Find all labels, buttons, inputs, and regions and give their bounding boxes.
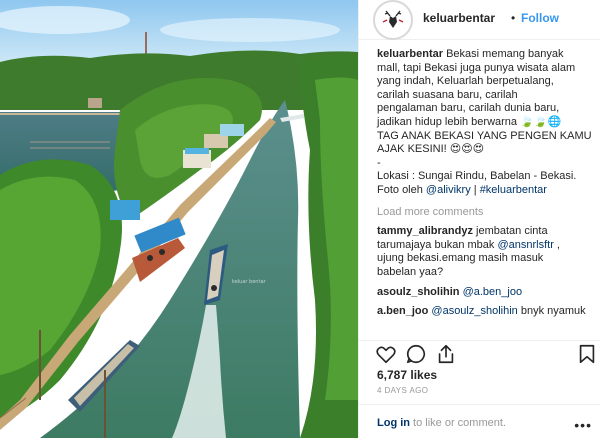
avatar[interactable] <box>373 0 413 40</box>
hashtag-link[interactable]: #keluarbentar <box>480 184 547 196</box>
comment-line: a.ben_joo @asoulz_sholihin bnyk nyamuk <box>377 305 586 319</box>
caption-line-7: TAG ANAK BEKASI YANG PENGEN KAMU <box>377 129 592 142</box>
header-username[interactable]: keluarbentar <box>423 11 495 25</box>
header-separator: • <box>511 11 516 25</box>
caption-line-1: keluarbentar Bekasi memang banyak <box>377 48 584 62</box>
login-link[interactable]: Log in <box>377 417 410 429</box>
caption-line-3: yang indah, Keluarlah berpetualang, <box>377 75 554 88</box>
caption-line-9: - <box>377 156 381 169</box>
more-options-icon[interactable]: ••• <box>574 417 592 433</box>
share-icon[interactable] <box>435 343 457 370</box>
login-prompt: Log in to like or comment. <box>377 417 506 429</box>
caption-line-5: pengalaman baru, carilah dunia baru, <box>377 102 560 115</box>
comment-line: tarumajaya bukan mbak @ansnrlsftr , <box>377 239 584 253</box>
caption-line-8: AJAK KESINI! 😍😍😍 <box>377 143 485 156</box>
caption-line-4: carilah suasana baru, carilah <box>377 88 518 101</box>
credit-mention-link[interactable]: @alivikry <box>426 184 471 196</box>
caption-credit-label: Foto oleh <box>377 183 426 196</box>
caption-separator: | <box>470 183 480 196</box>
post-header: keluarbentar • Follow <box>359 0 600 40</box>
load-more-comments-button[interactable]: Load more comments <box>377 206 584 220</box>
comment-text: jembatan cinta <box>472 225 548 238</box>
comment-item: tammy_alibrandyz jembatan cinta tarumaja… <box>377 225 584 279</box>
action-bar <box>359 340 600 366</box>
comment-mention-link[interactable]: @asoulz_sholihin <box>431 305 517 317</box>
login-prompt-text: to like or comment. <box>410 417 506 429</box>
comment-mention-link[interactable]: @a.ben_joo <box>463 286 523 298</box>
comment-username[interactable]: tammy_alibrandyz <box>377 225 473 237</box>
follow-button[interactable]: Follow <box>521 11 559 25</box>
likes-count[interactable]: 6,787 likes <box>377 368 437 382</box>
caption-line-2: mall, tapi Bekasi juga punya wisata alam <box>377 61 576 74</box>
comment-line: ujung bekasi.emang masih masuk <box>377 252 544 265</box>
caption-line-10: Lokasi : Sungai Rindu, Babelan - Bekasi. <box>377 170 577 183</box>
post-date: 4 DAYS AGO <box>377 386 429 395</box>
comment-line: babelan yaa? <box>377 265 444 278</box>
comment-mention-link[interactable]: @ansnrlsftr <box>497 239 553 251</box>
deer-logo-icon <box>376 3 410 37</box>
comment-item: a.ben_joo @asoulz_sholihin bnyk nyamuk <box>377 305 586 319</box>
comment-text: tarumajaya bukan mbak <box>377 238 498 251</box>
bookmark-icon[interactable] <box>577 343 597 370</box>
caption-line-6: jadikan hidup lebih berwarna 🍃🍃🌐 <box>377 115 562 128</box>
post-photo-image: keluar bentar <box>0 0 358 438</box>
caption-text: Bekasi memang banyak <box>446 48 564 60</box>
comment-username[interactable]: a.ben_joo <box>377 305 428 317</box>
comment-line: asoulz_sholihin @a.ben_joo <box>377 286 584 300</box>
comment-item: asoulz_sholihin @a.ben_joo <box>377 286 584 300</box>
comment-username[interactable]: asoulz_sholihin <box>377 286 460 298</box>
caption-line-11: Foto oleh @alivikry | #keluarbentar <box>377 184 584 198</box>
comments-section: keluarbentar Bekasi memang banyak mall, … <box>359 48 600 340</box>
caption-username[interactable]: keluarbentar <box>377 48 443 60</box>
post-photo[interactable]: keluar bentar <box>0 0 358 438</box>
comment-text: bnyk nyamuk <box>517 305 586 318</box>
heart-icon[interactable] <box>375 343 397 370</box>
photo-watermark: keluar bentar <box>232 279 267 285</box>
caption: keluarbentar Bekasi memang banyak mall, … <box>377 48 592 198</box>
comment-line: tammy_alibrandyz jembatan cinta <box>377 225 584 239</box>
post-details-panel: keluarbentar • Follow keluarbentar Bekas… <box>359 0 600 438</box>
comment-icon[interactable] <box>405 343 427 370</box>
comment-text: , <box>553 238 560 251</box>
post-footer: Log in to like or comment. ••• <box>359 404 600 438</box>
